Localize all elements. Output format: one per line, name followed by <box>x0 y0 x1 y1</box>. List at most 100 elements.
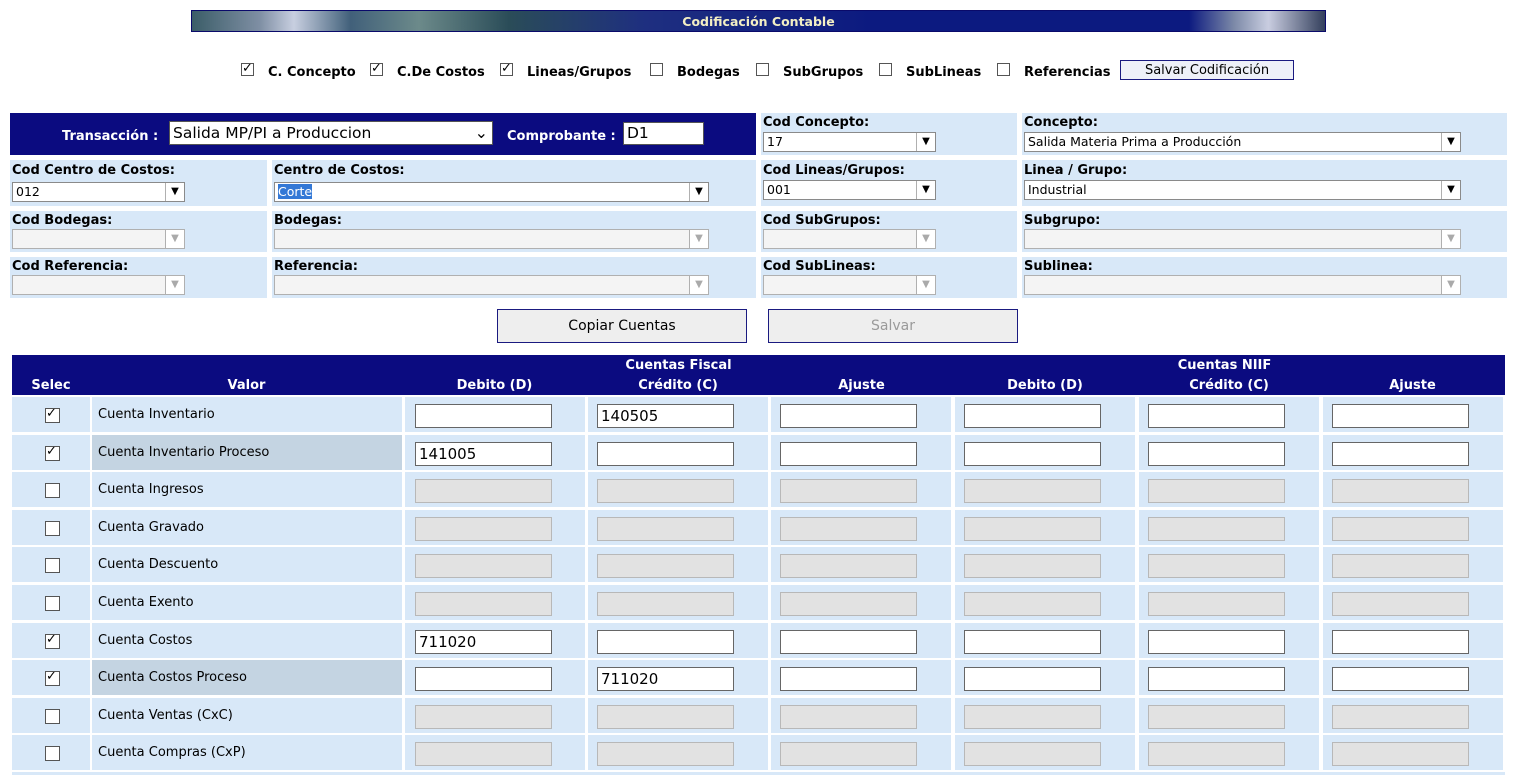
niif-credito-input[interactable] <box>1148 404 1285 428</box>
niif-ajuste-input[interactable] <box>1332 630 1469 654</box>
account-cell <box>771 510 951 545</box>
row-select-checkbox[interactable] <box>45 444 60 461</box>
fiscal-debito-input[interactable]: 141005 <box>415 442 552 466</box>
checkbox-lineas-grupos[interactable] <box>500 61 513 76</box>
niif-ajuste-input[interactable] <box>1332 554 1469 578</box>
row-select-checkbox[interactable] <box>45 746 60 761</box>
row-select-checkbox[interactable] <box>45 632 60 649</box>
niif-ajuste-input[interactable] <box>1332 667 1469 691</box>
niif-debito-input[interactable] <box>964 630 1101 654</box>
niif-debito-input[interactable] <box>964 404 1101 428</box>
bodegas-select[interactable]: ▼ <box>274 229 709 249</box>
niif-ajuste-input[interactable] <box>1332 705 1469 729</box>
sublinea-select[interactable]: ▼ <box>1024 275 1461 295</box>
fiscal-debito-input[interactable]: 711020 <box>415 630 552 654</box>
fiscal-debito-input[interactable] <box>415 404 552 428</box>
cod-centro-costos-select[interactable]: 012 ▼ <box>12 182 185 202</box>
fiscal-ajuste-input[interactable] <box>780 479 917 503</box>
centro-costos-select[interactable]: Corte ▼ <box>274 182 709 202</box>
fiscal-ajuste-input[interactable] <box>780 667 917 691</box>
fiscal-credito-input[interactable] <box>597 705 734 729</box>
niif-credito-input[interactable] <box>1148 517 1285 541</box>
row-select-checkbox[interactable] <box>45 669 60 686</box>
row-select-checkbox[interactable] <box>45 558 60 573</box>
niif-ajuste-input[interactable] <box>1332 592 1469 616</box>
fiscal-ajuste-input[interactable] <box>780 592 917 616</box>
niif-debito-input[interactable] <box>964 554 1101 578</box>
cod-lineas-grupos-select[interactable]: 001 ▼ <box>763 180 936 200</box>
niif-ajuste-input[interactable] <box>1332 479 1469 503</box>
checkbox-subgrupos[interactable] <box>756 63 769 76</box>
fiscal-ajuste-input[interactable] <box>780 442 917 466</box>
niif-debito-input[interactable] <box>964 442 1101 466</box>
fiscal-debito-input[interactable] <box>415 742 552 766</box>
cod-bodegas-select[interactable]: ▼ <box>12 229 185 249</box>
niif-debito-input[interactable] <box>964 705 1101 729</box>
fiscal-ajuste-input[interactable] <box>780 705 917 729</box>
cod-subgrupos-select[interactable]: ▼ <box>763 229 936 249</box>
niif-ajuste-input[interactable] <box>1332 517 1469 541</box>
linea-grupo-select[interactable]: Industrial ▼ <box>1024 180 1461 200</box>
fiscal-ajuste-input[interactable] <box>780 554 917 578</box>
niif-ajuste-input[interactable] <box>1332 742 1469 766</box>
niif-debito-input[interactable] <box>964 479 1101 503</box>
fiscal-ajuste-input[interactable] <box>780 630 917 654</box>
niif-credito-input[interactable] <box>1148 442 1285 466</box>
fiscal-credito-input[interactable] <box>597 592 734 616</box>
cod-referencia-select[interactable]: ▼ <box>12 275 185 295</box>
fiscal-debito-input[interactable] <box>415 592 552 616</box>
niif-ajuste-input[interactable] <box>1332 442 1469 466</box>
niif-credito-input[interactable] <box>1148 479 1285 503</box>
niif-debito-input[interactable] <box>964 517 1101 541</box>
fiscal-debito-input[interactable] <box>415 517 552 541</box>
checkbox-bodegas[interactable] <box>650 63 663 76</box>
fiscal-credito-input[interactable] <box>597 442 734 466</box>
fiscal-credito-input[interactable] <box>597 479 734 503</box>
niif-debito-input[interactable] <box>964 742 1101 766</box>
fiscal-ajuste-input[interactable] <box>780 517 917 541</box>
fiscal-debito-input[interactable] <box>415 705 552 729</box>
copiar-cuentas-button[interactable]: Copiar Cuentas <box>497 309 747 343</box>
checkbox-referencias[interactable] <box>997 63 1010 76</box>
checkbox-sublineas[interactable] <box>879 63 892 76</box>
cod-sublineas-label: Cod SubLineas: <box>763 259 876 274</box>
fiscal-credito-input[interactable] <box>597 630 734 654</box>
transaccion-select[interactable]: Salida MP/PI a Produccion ⌄ <box>169 121 493 145</box>
fiscal-credito-input[interactable]: 140505 <box>597 404 734 428</box>
niif-credito-input[interactable] <box>1148 667 1285 691</box>
row-select-checkbox[interactable] <box>45 406 60 423</box>
fiscal-credito-input[interactable] <box>597 554 734 578</box>
cod-sublineas-select[interactable]: ▼ <box>763 275 936 295</box>
salvar-codificacion-button[interactable]: Salvar Codificación <box>1120 60 1294 80</box>
checkbox-c-de-costos[interactable] <box>370 61 383 76</box>
niif-credito-input[interactable] <box>1148 630 1285 654</box>
checkbox-c-concepto[interactable] <box>241 61 254 76</box>
fiscal-ajuste-input[interactable] <box>780 404 917 428</box>
niif-credito-input[interactable] <box>1148 705 1285 729</box>
subgrupo-select[interactable]: ▼ <box>1024 229 1461 249</box>
row-select-checkbox[interactable] <box>45 596 60 611</box>
row-select-checkbox[interactable] <box>45 521 60 536</box>
fiscal-credito-input[interactable] <box>597 742 734 766</box>
referencia-select[interactable]: ▼ <box>274 275 709 295</box>
cod-concepto-select[interactable]: 17 ▼ <box>763 132 936 152</box>
comprobante-input[interactable]: D1 <box>623 122 704 145</box>
fiscal-credito-input[interactable] <box>597 517 734 541</box>
row-select-checkbox[interactable] <box>45 483 60 498</box>
niif-credito-input[interactable] <box>1148 554 1285 578</box>
fiscal-debito-input[interactable] <box>415 479 552 503</box>
niif-ajuste-input[interactable] <box>1332 404 1469 428</box>
niif-debito-input[interactable] <box>964 667 1101 691</box>
salvar-button[interactable]: Salvar <box>768 309 1018 343</box>
niif-credito-input[interactable] <box>1148 592 1285 616</box>
account-cell <box>955 698 1135 733</box>
fiscal-credito-input[interactable]: 711020 <box>597 667 734 691</box>
niif-credito-input[interactable] <box>1148 742 1285 766</box>
concepto-select[interactable]: Salida Materia Prima a Producción ▼ <box>1024 132 1461 152</box>
fiscal-debito-input[interactable] <box>415 667 552 691</box>
row-select-checkbox[interactable] <box>45 709 60 724</box>
fiscal-debito-input[interactable] <box>415 554 552 578</box>
niif-debito-input[interactable] <box>964 592 1101 616</box>
fiscal-ajuste-input[interactable] <box>780 742 917 766</box>
account-cell <box>955 397 1135 432</box>
